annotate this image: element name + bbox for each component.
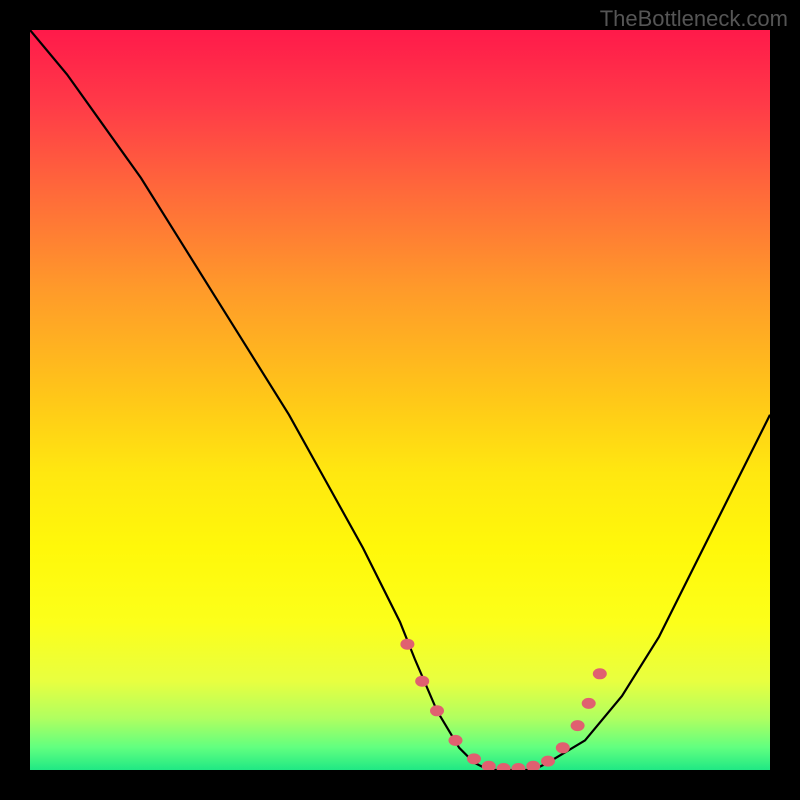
- marker-point: [582, 698, 596, 709]
- marker-point: [400, 639, 414, 650]
- marker-point: [467, 753, 481, 764]
- marker-point: [571, 720, 585, 731]
- marker-point: [449, 735, 463, 746]
- highlighted-points: [400, 639, 606, 770]
- plot-area: [30, 30, 770, 770]
- marker-point: [430, 705, 444, 716]
- marker-point: [526, 761, 540, 770]
- watermark-text: TheBottleneck.com: [600, 6, 788, 32]
- marker-point: [497, 763, 511, 770]
- marker-point: [511, 763, 525, 770]
- marker-point: [541, 756, 555, 767]
- marker-point: [593, 668, 607, 679]
- marker-point: [415, 676, 429, 687]
- marker-point: [556, 742, 570, 753]
- chart-svg: [30, 30, 770, 770]
- bottleneck-curve: [30, 30, 770, 770]
- marker-point: [482, 761, 496, 770]
